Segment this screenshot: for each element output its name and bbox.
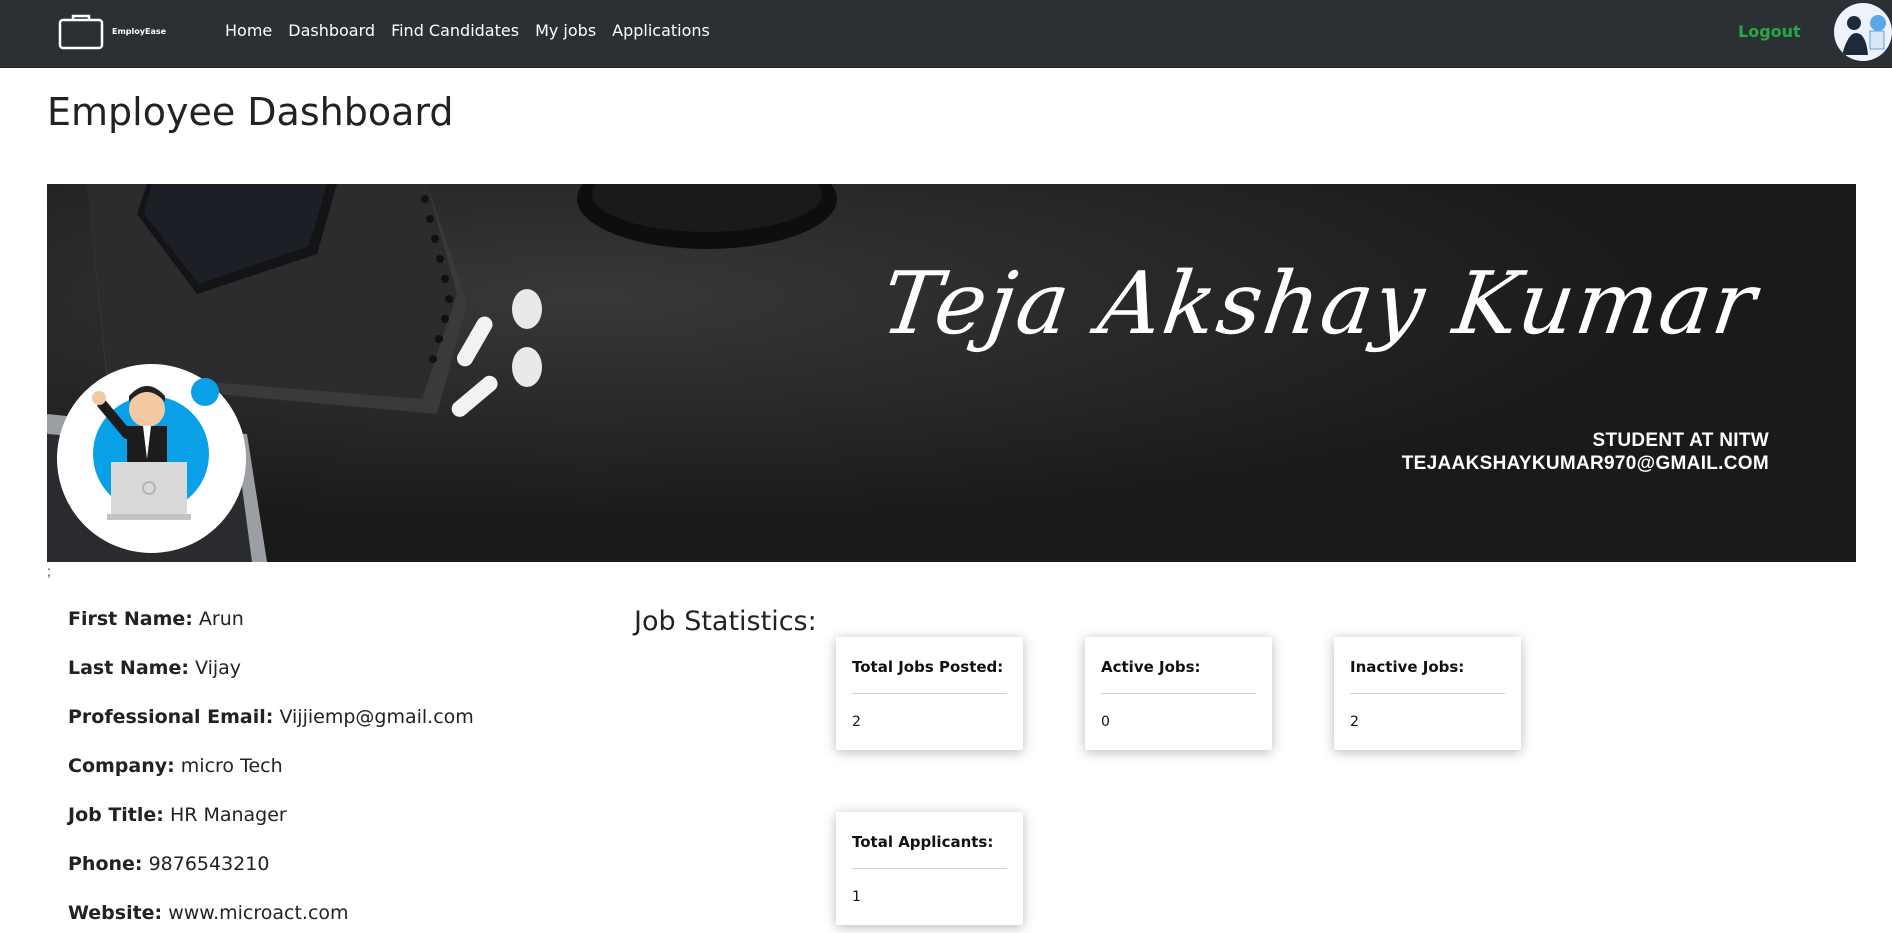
email-label: Professional Email:: [68, 706, 274, 728]
user-avatar-illustration-icon: [1835, 4, 1891, 60]
stat-card-value: 2: [852, 714, 861, 730]
stat-card-value: 0: [1101, 714, 1110, 730]
briefcase-icon: [58, 14, 104, 50]
phone-value: 9876543210: [148, 853, 270, 875]
stat-card-total-jobs: Total Jobs Posted: 2: [836, 637, 1023, 750]
page-title: Employee Dashboard: [47, 90, 454, 134]
company-label: Company:: [68, 755, 175, 777]
email-value: Vijjiemp@gmail.com: [279, 706, 474, 728]
job-title-row: Job Title: HR Manager: [68, 804, 287, 826]
stat-card-label: Total Jobs Posted:: [852, 658, 1004, 676]
stat-card-label: Inactive Jobs:: [1350, 658, 1465, 676]
job-title-value: HR Manager: [169, 804, 287, 826]
email-row: Professional Email: Vijjiemp@gmail.com: [68, 706, 474, 728]
navbar: EmployEase Home Dashboard Find Candidate…: [0, 0, 1892, 68]
company-value: micro Tech: [180, 755, 283, 777]
nav-my-jobs[interactable]: My jobs: [535, 21, 596, 40]
website-label: Website:: [68, 902, 163, 924]
brand[interactable]: EmployEase: [54, 12, 166, 50]
banner-role: STUDENT AT NITW: [1592, 430, 1769, 451]
nav-home[interactable]: Home: [225, 21, 272, 40]
stat-card-inactive-jobs: Inactive Jobs: 2: [1334, 637, 1521, 750]
nav-applications[interactable]: Applications: [612, 21, 710, 40]
job-statistics-title: Job Statistics:: [634, 606, 817, 637]
stat-card-label: Active Jobs:: [1101, 658, 1201, 676]
stat-card-divider: [1101, 693, 1256, 694]
job-title-label: Job Title:: [68, 804, 164, 826]
website-row: Website: www.microact.com: [68, 902, 349, 924]
phone-row: Phone: 9876543210: [68, 853, 269, 875]
last-name-value: Vijay: [195, 657, 242, 679]
nav-find-candidates[interactable]: Find Candidates: [391, 21, 519, 40]
banner-subtitle: STUDENT AT NITW TEJAAKSHAYKUMAR970@GMAIL…: [1402, 429, 1769, 475]
stat-card-divider: [1350, 693, 1505, 694]
stat-card-label: Total Applicants:: [852, 833, 994, 851]
cover-banner: Teja Akshay Kumar STUDENT AT NITW TEJAAK…: [47, 184, 1856, 562]
stat-card-value: 1: [852, 889, 861, 905]
company-row: Company: micro Tech: [68, 755, 283, 777]
banner-signature: Teja Akshay Kumar: [875, 254, 1764, 354]
stat-card-divider: [852, 693, 1007, 694]
last-name-row: Last Name: Vijay: [68, 657, 241, 679]
banner-email: TEJAAKSHAYKUMAR970@GMAIL.COM: [1401, 453, 1769, 474]
stat-card-total-applicants: Total Applicants: 1: [836, 812, 1023, 925]
website-value: www.microact.com: [168, 902, 349, 924]
first-name-label: First Name:: [68, 608, 193, 630]
stat-card-value: 2: [1350, 714, 1359, 730]
businessman-avatar-icon: [92, 378, 219, 520]
stat-card-active-jobs: Active Jobs: 0: [1085, 637, 1272, 750]
first-name-row: First Name: Arun: [68, 608, 244, 630]
first-name-value: Arun: [198, 608, 244, 630]
stat-card-divider: [852, 868, 1007, 869]
profile-avatar: [57, 364, 246, 553]
user-avatar[interactable]: [1834, 3, 1892, 61]
last-name-label: Last Name:: [68, 657, 189, 679]
desk-background-illustration: [47, 184, 1856, 562]
stray-text: ;: [47, 563, 51, 579]
nav-dashboard[interactable]: Dashboard: [288, 21, 375, 40]
phone-label: Phone:: [68, 853, 143, 875]
brand-label: EmployEase: [112, 26, 167, 36]
nav-links: Home Dashboard Find Candidates My jobs A…: [225, 21, 710, 40]
logout-button[interactable]: Logout: [1738, 22, 1801, 41]
